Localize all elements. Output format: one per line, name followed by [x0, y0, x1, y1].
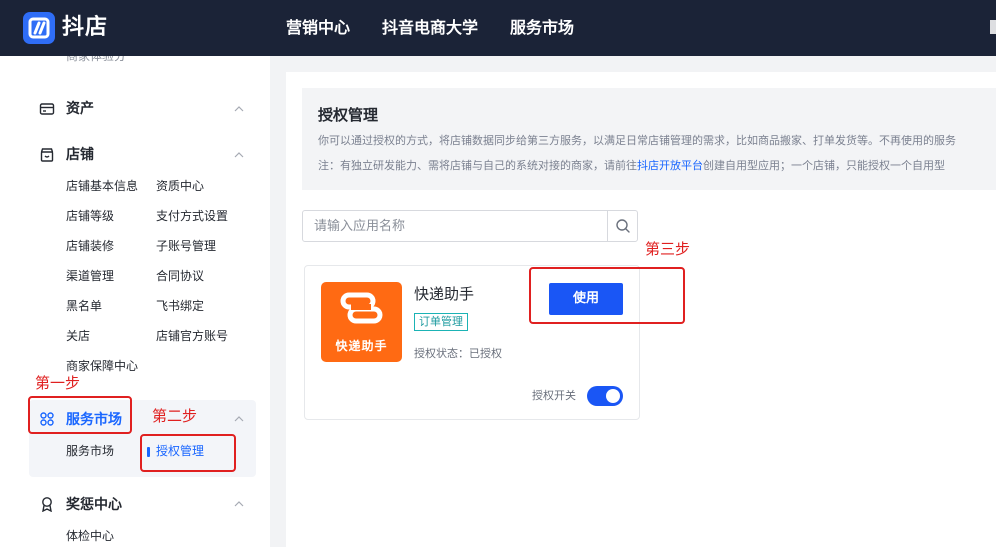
chevron-up-icon[interactable]	[234, 152, 244, 158]
sidebar-item-official-account[interactable]: 店铺官方账号	[156, 328, 228, 344]
authorization-notice-panel: 授权管理 你可以通过授权的方式，将店铺数据同步给第三方服务，以满足日常店铺管理的…	[302, 88, 996, 190]
app-logo-mark-icon	[340, 292, 383, 324]
sidebar-item-shop-level[interactable]: 店铺等级	[66, 208, 114, 224]
sidebar-item-close-shop[interactable]: 关店	[66, 328, 90, 344]
notice-note-suffix: 创建自用型应用；一个店铺，只能授权一个自用型	[703, 159, 945, 172]
annotation-box-service-market	[28, 396, 132, 434]
kuaidi-assistant-logo: 快递助手	[321, 282, 402, 362]
notice-description: 你可以通过授权的方式，将店铺数据同步给第三方服务，以满足日常店铺管理的需求，比如…	[318, 134, 956, 147]
annotation-box-authorization-management	[140, 434, 236, 472]
nav-service-market[interactable]: 服务市场	[510, 17, 574, 39]
brand-name[interactable]: 抖店	[62, 13, 108, 43]
authorization-toggle[interactable]	[587, 386, 623, 406]
chevron-up-icon[interactable]	[234, 106, 244, 112]
sidebar-item-channel-management[interactable]: 渠道管理	[66, 268, 114, 284]
sidebar-item-service-market[interactable]: 服务市场	[66, 443, 114, 459]
app-category-tag: 订单管理	[414, 313, 468, 331]
toggle-knob	[606, 389, 620, 403]
chevron-up-icon[interactable]	[234, 416, 244, 422]
open-platform-link[interactable]: 抖店开放平台	[637, 159, 703, 172]
authorization-status: 授权状态：已授权	[414, 347, 502, 360]
annotation-box-use-button	[529, 267, 685, 324]
app-search-input[interactable]	[303, 211, 607, 241]
annotation-step-three: 第三步	[645, 240, 691, 258]
search-icon	[616, 219, 630, 233]
nav-ecommerce-university[interactable]: 抖音电商大学	[382, 17, 478, 39]
nav-marketing-center[interactable]: 营销中心	[286, 17, 350, 39]
app-logo-text: 快递助手	[335, 339, 388, 353]
shop-icon	[40, 148, 54, 162]
sidebar-item-contract-agreement[interactable]: 合同协议	[156, 268, 204, 284]
annotation-step-two: 第二步	[152, 407, 198, 425]
sidebar-item-payment-settings[interactable]: 支付方式设置	[156, 208, 228, 224]
page-title: 授权管理	[318, 106, 379, 124]
topbar-overflow-icon[interactable]	[990, 20, 996, 34]
reward-medal-icon	[42, 497, 52, 512]
doudian-logo-icon[interactable]	[23, 12, 55, 44]
sidebar-group-shop[interactable]: 店铺	[66, 145, 94, 165]
notice-note-prefix: 注：有独立研发能力、需将店铺与自己的系统对接的商家，请前往	[318, 159, 637, 172]
sidebar-item-qualification-center[interactable]: 资质中心	[156, 178, 204, 194]
authorization-switch-label: 授权开关	[532, 389, 576, 402]
sidebar-item-merchant-experience-score[interactable]: 商家体验分	[66, 56, 126, 64]
app-name: 快递助手	[414, 285, 475, 303]
sidebar-item-blacklist[interactable]: 黑名单	[66, 298, 102, 314]
sidebar-group-rewards-center[interactable]: 奖惩中心	[66, 495, 122, 515]
sidebar-item-feishu-binding[interactable]: 飞书绑定	[156, 298, 204, 314]
annotation-step-one: 第一步	[35, 374, 81, 392]
sidebar-item-sub-account-management[interactable]: 子账号管理	[156, 238, 216, 254]
sidebar-item-merchant-guarantee-center[interactable]: 商家保障中心	[66, 358, 138, 374]
top-navigation-bar: 抖店 营销中心 抖音电商大学 服务市场	[0, 0, 996, 56]
notice-note: 注：有独立研发能力、需将店铺与自己的系统对接的商家，请前往抖店开放平台创建自用型…	[318, 158, 945, 174]
wallet-icon	[39, 103, 55, 115]
app-search-box	[302, 210, 638, 242]
sidebar-item-shop-decoration[interactable]: 店铺装修	[66, 238, 114, 254]
sidebar-item-shop-basic-info[interactable]: 店铺基本信息	[66, 178, 138, 194]
sidebar-group-assets[interactable]: 资产	[66, 99, 94, 119]
search-button[interactable]	[607, 211, 637, 241]
sidebar-item-health-check-center[interactable]: 体检中心	[66, 528, 114, 544]
sidebar: 商家体验分 资产 店铺 店铺基本信息 资质中心 店铺等级 支付方式设置 店铺装修…	[0, 56, 270, 547]
chevron-up-icon[interactable]	[234, 501, 244, 507]
